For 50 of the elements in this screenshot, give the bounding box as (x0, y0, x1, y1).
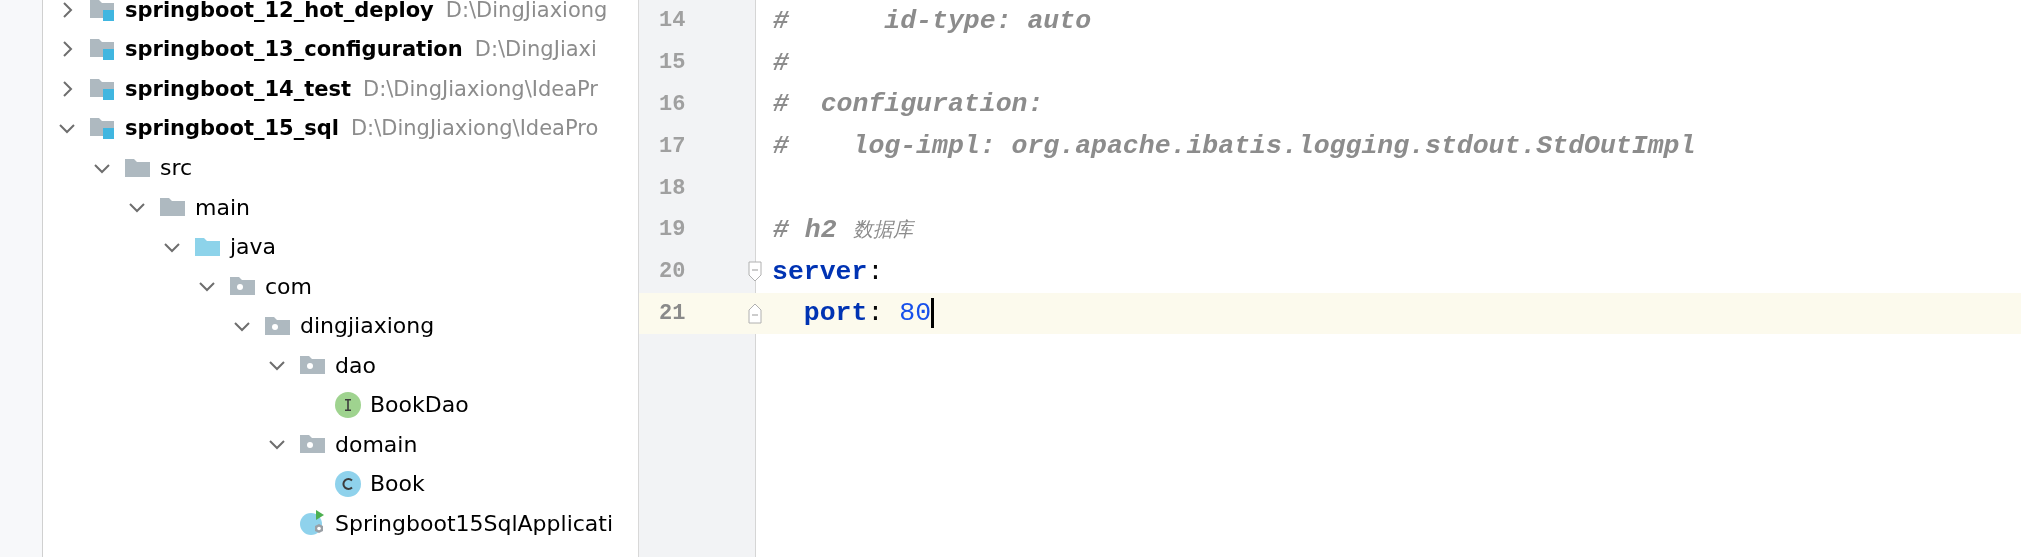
module-path: D:\DingJiaxiong (445, 0, 608, 22)
code-line: # (773, 46, 789, 79)
class-icon (334, 469, 362, 498)
code-line: # log-impl: org.apache.ibatis.logging.stdout.StdOutImpl (773, 130, 1696, 163)
tree-item[interactable]: domain (43, 424, 638, 464)
code-line: server: (772, 255, 884, 288)
code-line: # h2 数据库 (773, 213, 913, 246)
tree-item-label: dingjiaxiong (300, 313, 435, 339)
tree-item-label: springboot_12_hot_deploy (125, 0, 434, 22)
code-line: # id-type: auto (773, 4, 1092, 37)
tree-item[interactable]: com (43, 266, 638, 306)
tree-item[interactable]: springboot_14_test D:\DingJiaxiong\IdeaPr (43, 69, 638, 109)
tree-item-label: com (265, 273, 312, 299)
tree-item[interactable]: springboot_12_hot_deploy D:\DingJiaxiong (43, 0, 638, 30)
tree-item-label: java (230, 234, 277, 260)
module-path: D:\DingJiaxiong\IdeaPro (350, 116, 599, 141)
tree-item-label: springboot_13_configuration (125, 37, 463, 62)
interface-icon (334, 390, 362, 419)
tree-item[interactable]: Book (43, 464, 638, 504)
module-folder-icon (89, 0, 117, 24)
line-number: 20 (658, 259, 687, 285)
tree-item[interactable]: src (43, 148, 638, 188)
tree-item[interactable]: springboot_13_configuration D:\DingJiaxi (43, 29, 638, 69)
tree-item[interactable]: springboot_15_sql D:\DingJiaxiong\IdeaPro (43, 108, 638, 148)
tree-item[interactable]: java (43, 227, 638, 267)
tree-item[interactable]: Springboot15SqlApplicati (43, 503, 638, 543)
module-path: D:\DingJiaxiong\IdeaPr (363, 76, 598, 101)
line-number: 16 (658, 92, 687, 117)
tree-item-label: Springboot15SqlApplicati (335, 510, 614, 536)
line-number: 15 (658, 50, 687, 76)
tree-item-label: src (160, 155, 193, 181)
code-line: port: 80 (772, 297, 935, 330)
tree-item-label: dao (335, 352, 376, 378)
module-path: D:\DingJiaxi (474, 37, 597, 62)
code-line: # configuration: (773, 88, 1044, 121)
tree-item-label: domain (335, 431, 418, 457)
line-number: 17 (658, 133, 687, 159)
line-number: 18 (658, 175, 687, 201)
tree-item-label: Book (370, 471, 425, 497)
tree-item[interactable]: dao (43, 345, 638, 385)
tree-item-label: BookDao (370, 392, 469, 418)
tree-item-label: main (195, 194, 250, 220)
line-number: 21 (658, 300, 687, 326)
tree-item[interactable]: main (43, 187, 638, 227)
line-number: 14 (658, 8, 687, 34)
tree-item[interactable]: BookDao (43, 385, 638, 425)
line-number: 19 (658, 217, 687, 243)
tree-item[interactable]: dingjiaxiong (43, 306, 638, 346)
tree-item-label: springboot_14_test (125, 76, 352, 101)
tree-item-label: springboot_15_sql (125, 116, 339, 141)
